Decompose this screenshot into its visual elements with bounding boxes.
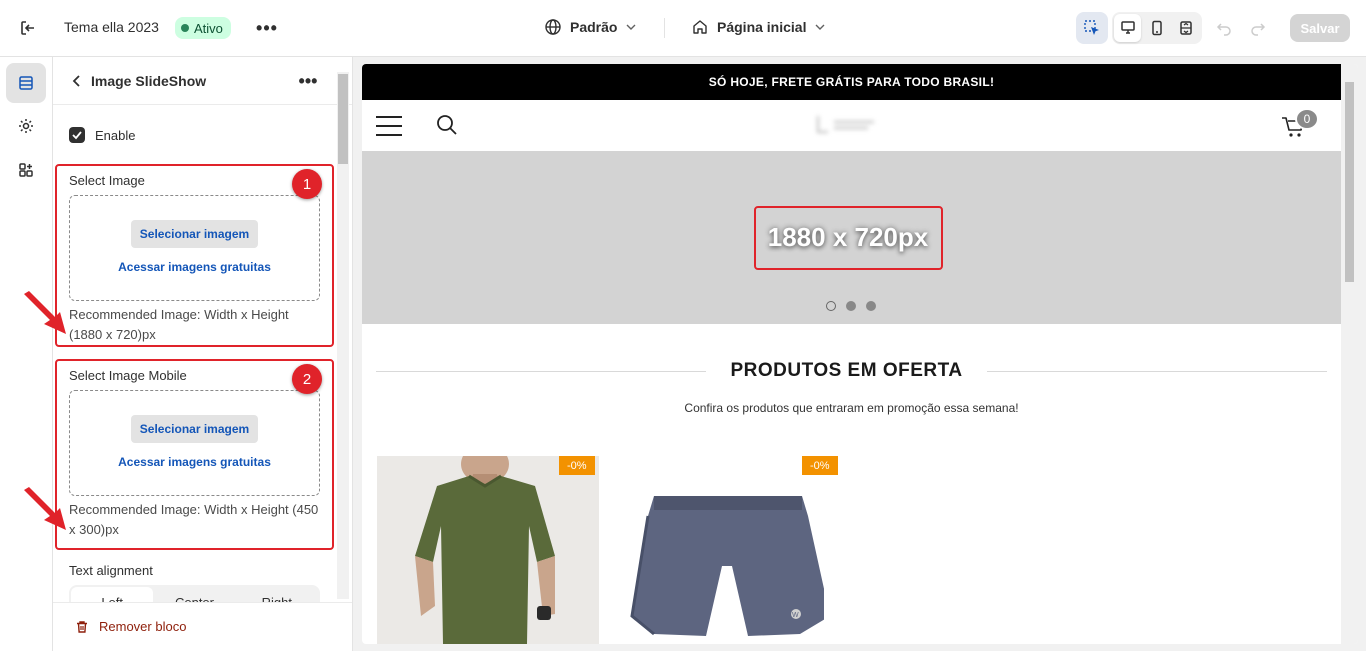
undo-button[interactable] <box>1212 16 1236 40</box>
panel-title: Image SlideShow <box>91 73 207 89</box>
gear-icon <box>19 119 33 133</box>
slideshow-dots <box>826 301 876 311</box>
divider <box>376 371 706 372</box>
tshirt-product-image <box>377 456 599 644</box>
discount-badge: -0% <box>559 456 595 475</box>
storefront-preview: SÓ HOJE, FRETE GRÁTIS PARA TODO BRASIL! … <box>362 64 1358 644</box>
redo-icon <box>1251 23 1266 36</box>
page-select[interactable]: Página inicial <box>691 18 826 36</box>
status-dot-icon <box>181 24 189 32</box>
apps-icon <box>19 163 33 177</box>
announcement-bar: SÓ HOJE, FRETE GRÁTIS PARA TODO BRASIL! <box>362 64 1341 100</box>
sections-nav-button[interactable] <box>6 63 46 103</box>
slide-dot[interactable] <box>866 301 876 311</box>
preview-scrollbar-thumb[interactable] <box>1345 82 1354 282</box>
block-settings-panel: Image SlideShow ••• Enable Select Image … <box>53 57 353 651</box>
theme-name: Tema ella 2023 <box>64 19 159 35</box>
divider <box>664 18 665 38</box>
status-badge: Ativo <box>175 17 231 39</box>
slideshow-banner[interactable]: 1880 x 720px <box>362 151 1341 324</box>
enable-checkbox-row[interactable]: Enable <box>69 127 135 143</box>
chevron-down-icon <box>815 24 825 30</box>
language-select-label: Padrão <box>570 19 618 35</box>
mobile-view-button[interactable] <box>1143 14 1170 42</box>
sections-icon <box>19 76 33 90</box>
store-logo[interactable] <box>812 112 882 136</box>
home-icon <box>693 20 707 34</box>
section-subtitle: Confira os produtos que entraram em prom… <box>684 401 1019 415</box>
annotation-arrow-icon <box>24 487 66 530</box>
trash-icon <box>77 620 87 633</box>
apps-nav-button[interactable] <box>6 150 46 190</box>
annotation-highlight-box <box>55 164 334 347</box>
cart-count-badge: 0 <box>1295 108 1319 130</box>
remove-block-label: Remover bloco <box>99 619 187 634</box>
search-icon[interactable] <box>436 114 458 136</box>
annotation-highlight-box <box>754 206 943 270</box>
device-preview-toggle <box>1112 12 1202 44</box>
panel-footer: Remover bloco <box>53 602 352 651</box>
store-header: 0 <box>362 100 1341 151</box>
logo-icon <box>817 116 874 133</box>
redo-button[interactable] <box>1246 16 1270 40</box>
language-select[interactable]: Padrão <box>544 18 637 36</box>
product-card[interactable]: W -0% <box>602 456 838 644</box>
desktop-view-button[interactable] <box>1114 14 1142 42</box>
check-icon <box>72 131 82 140</box>
fullwidth-view-button[interactable] <box>1173 14 1200 42</box>
panel-header: Image SlideShow ••• <box>53 57 352 105</box>
section-title: PRODUTOS EM OFERTA <box>730 360 963 381</box>
chevron-down-icon <box>626 24 636 30</box>
theme-more-actions-button[interactable]: ••• <box>256 16 278 40</box>
annotation-number-badge: 1 <box>292 169 322 199</box>
annotation-arrow-icon <box>24 291 66 334</box>
back-button[interactable] <box>67 71 87 91</box>
undo-icon <box>1216 23 1231 36</box>
enable-label: Enable <box>95 127 136 143</box>
editor-topbar: Tema ella 2023 Ativo ••• Padrão Página i… <box>0 0 1366 57</box>
discount-badge: -0% <box>802 456 838 475</box>
globe-icon <box>545 19 561 35</box>
chevron-left-icon <box>72 75 80 87</box>
product-card[interactable]: -0% <box>377 456 599 644</box>
cursor-select-icon <box>1084 20 1099 35</box>
inspector-toggle-button[interactable] <box>1076 12 1108 44</box>
text-alignment-label: Text alignment <box>69 563 153 578</box>
slide-dot[interactable] <box>826 301 836 311</box>
status-badge-label: Ativo <box>194 20 223 36</box>
mobile-icon <box>1152 20 1162 36</box>
annotation-highlight-box <box>55 359 334 550</box>
panel-scrollbar[interactable] <box>337 72 349 599</box>
theme-settings-nav-button[interactable] <box>6 106 46 146</box>
menu-icon[interactable] <box>376 116 402 136</box>
preview-scrollbar[interactable] <box>1341 64 1358 644</box>
desktop-icon <box>1120 21 1135 34</box>
fullscreen-icon <box>1180 21 1193 35</box>
enable-checkbox[interactable] <box>69 127 85 143</box>
exit-icon[interactable] <box>16 16 40 40</box>
annotation-number-badge: 2 <box>292 364 322 394</box>
editor-sidebar-rail <box>0 57 53 651</box>
remove-block-button[interactable]: Remover bloco <box>75 619 186 634</box>
slide-dot[interactable] <box>846 301 856 311</box>
panel-scrollbar-thumb[interactable] <box>338 74 348 164</box>
block-more-actions-button[interactable]: ••• <box>297 69 319 93</box>
save-button[interactable]: Salvar <box>1290 14 1350 42</box>
shorts-product-image: W <box>602 456 824 644</box>
divider <box>987 371 1327 372</box>
page-select-label: Página inicial <box>717 19 807 35</box>
svg-text:W: W <box>792 612 799 619</box>
